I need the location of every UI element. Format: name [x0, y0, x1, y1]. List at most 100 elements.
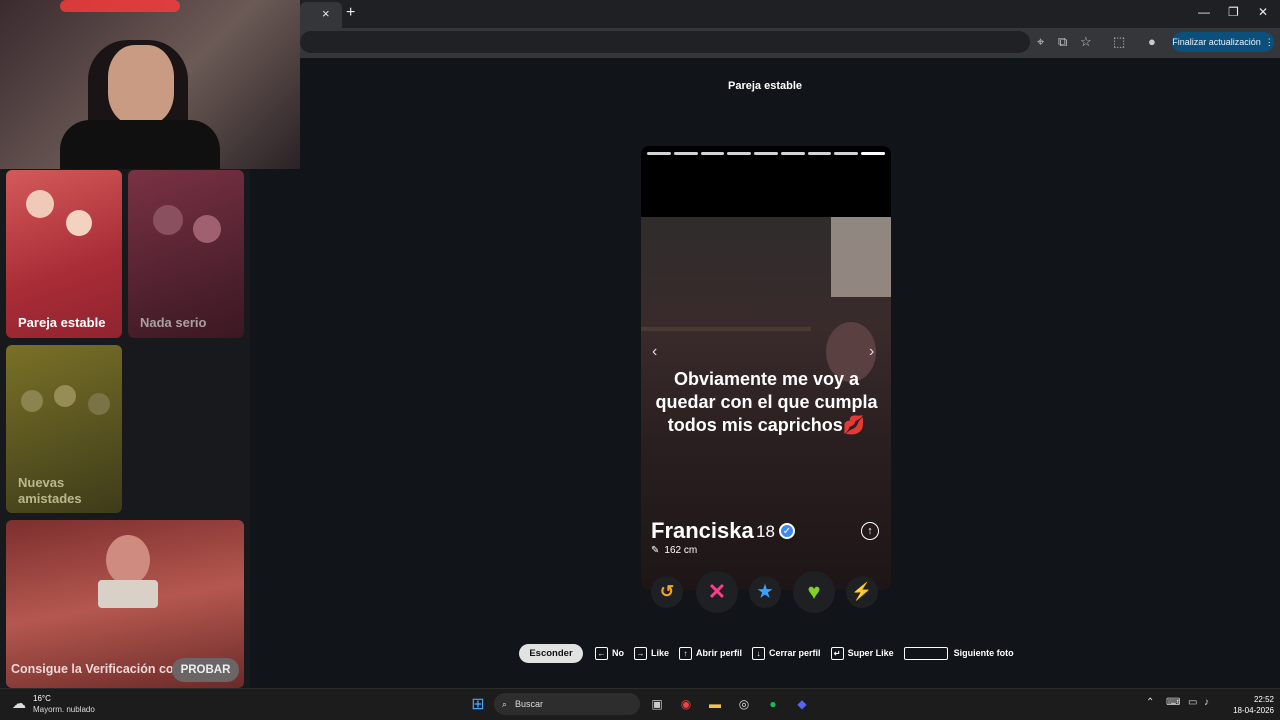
profile-name: Franciska [651, 518, 754, 543]
tray-chevron-icon[interactable]: ⌃ [1146, 697, 1154, 708]
card-label: Consigue la Verificación co [11, 662, 174, 676]
hint-open-profile: ↑ Abrir perfil [679, 646, 743, 660]
friend-figure [21, 390, 43, 412]
volume-icon[interactable]: ♪ [1204, 697, 1209, 708]
spotify-icon[interactable]: ● [763, 694, 783, 714]
file-explorer-icon[interactable]: ▬ [705, 694, 725, 714]
camera-icon [98, 580, 158, 608]
taskbar-clock[interactable]: 22:52 18-04-2026 [1220, 694, 1274, 716]
tab-close-icon[interactable]: × [322, 6, 330, 21]
shelf-line [641, 327, 811, 331]
left-key-icon: ← [595, 646, 608, 660]
category-card-pareja-estable[interactable]: Pareja estable [6, 170, 122, 338]
hint-label: Abrir perfil [696, 648, 743, 658]
rewind-button[interactable]: ↺ [651, 576, 683, 608]
hint-like: → Like [634, 646, 670, 660]
hint-super-like: ↵ Super Like [830, 646, 894, 660]
next-photo-icon[interactable]: › [869, 343, 874, 361]
couple-figure [66, 210, 92, 236]
card-label: Nuevas amistades [18, 475, 82, 506]
finish-update-button[interactable]: Finalizar actualización ⋮ [1172, 32, 1274, 52]
language-icon[interactable]: ⌨ [1166, 697, 1180, 708]
height-value: 162 cm [664, 545, 698, 556]
discord-icon[interactable]: ◆ [792, 694, 812, 714]
taskbar-search[interactable]: ⌕ Buscar [494, 693, 640, 715]
hint-label: Like [651, 648, 670, 658]
bookmark-star-icon[interactable]: ☆ [1080, 34, 1092, 50]
windows-start-icon[interactable]: ⊞ [468, 694, 488, 714]
network-icon[interactable]: ▭ [1188, 697, 1197, 708]
photo-progress-segment [700, 152, 725, 155]
category-card-nada-serio[interactable]: Nada serio [128, 170, 244, 338]
maximize-icon[interactable]: ❐ [1228, 5, 1239, 19]
photo-progress-segment [727, 152, 752, 155]
clock-date: 18-04-2026 [1233, 706, 1274, 715]
photo-progress-segment [673, 152, 698, 155]
nope-button[interactable]: ✕ [696, 571, 738, 613]
close-window-icon[interactable]: ✕ [1258, 5, 1268, 19]
weather-temperature[interactable]: 16°C [33, 694, 51, 703]
search-placeholder: Buscar [515, 699, 544, 709]
enter-key-icon: ↵ [830, 646, 844, 660]
category-card-nuevas-amistades[interactable]: Nuevas amistades [6, 345, 122, 513]
hint-next-photo: Siguiente foto [903, 646, 1014, 660]
browser-tab[interactable] [300, 2, 342, 28]
photo-progress-segment [647, 152, 671, 155]
task-view-icon[interactable]: ▣ [647, 694, 667, 714]
address-bar[interactable] [300, 31, 1030, 53]
photo-progress-segment [861, 152, 886, 155]
install-app-icon[interactable]: ⧉ [1058, 34, 1067, 50]
super-like-button[interactable]: ★ [749, 576, 781, 608]
finish-update-label: Finalizar actualización [1172, 37, 1261, 47]
location-icon[interactable]: ⌖ [1037, 34, 1044, 50]
verified-badge-icon: ✓ [779, 523, 795, 539]
right-key-icon: → [634, 646, 647, 660]
hint-no: ← No [595, 646, 624, 660]
windows-taskbar [0, 688, 1280, 720]
card-label: Nada serio [140, 315, 207, 330]
photo-progress-segment [780, 152, 805, 155]
obs-icon[interactable]: ◎ [734, 694, 754, 714]
profile-height: ✎ 162 cm [651, 545, 697, 556]
minimize-icon[interactable]: — [1198, 5, 1210, 19]
weather-cloud-icon[interactable]: ☁ [12, 695, 26, 712]
extensions-icon[interactable]: ⬚ [1113, 34, 1125, 50]
weather-description[interactable]: Mayorm. nublado [33, 705, 95, 714]
chrome-icon[interactable]: ◉ [676, 694, 696, 714]
photo-progress-segment [754, 152, 778, 155]
boost-button[interactable]: ⚡ [846, 576, 878, 608]
friend-figure [54, 385, 76, 407]
photo-progress-bars [647, 152, 886, 155]
try-button[interactable]: PROBAR [172, 658, 239, 682]
open-profile-icon[interactable]: ↑ [861, 522, 879, 540]
hint-label: Cerrar perfil [769, 648, 821, 658]
profile-icon[interactable]: ● [1148, 34, 1156, 49]
profile-age: 18 [756, 522, 775, 541]
person-figure [106, 535, 150, 585]
space-key-icon [903, 646, 948, 660]
lamp-shape [831, 217, 891, 297]
couple-figure [193, 215, 221, 243]
photo-progress-segment [834, 152, 859, 155]
search-icon: ⌕ [502, 698, 508, 709]
menu-dots-icon: ⋮ [1264, 36, 1274, 47]
photo-progress-segment [807, 152, 832, 155]
hint-label: Siguiente foto [953, 648, 1014, 658]
hint-close-profile: ↓ Cerrar perfil [752, 646, 821, 660]
up-key-icon: ↑ [679, 646, 693, 660]
ruler-icon: ✎ [651, 545, 660, 556]
like-button[interactable]: ♥ [793, 571, 835, 613]
hide-hints-button[interactable]: Esconder [519, 643, 583, 663]
couple-figure [153, 205, 183, 235]
new-tab-icon[interactable]: + [346, 4, 355, 22]
down-key-icon: ↓ [752, 646, 766, 660]
hint-label: Super Like [847, 648, 894, 658]
streamer-shirt [60, 120, 220, 169]
hint-label: No [612, 648, 624, 658]
prev-photo-icon[interactable]: ‹ [652, 343, 657, 361]
couple-figure [26, 190, 54, 218]
action-buttons: ↺ ✕ ★ ♥ ⚡ [641, 570, 891, 614]
neon-light [60, 0, 180, 12]
page-title: Pareja estable [728, 80, 802, 92]
photo-caption: Obviamente me voy a quedar con el que cu… [655, 369, 878, 435]
